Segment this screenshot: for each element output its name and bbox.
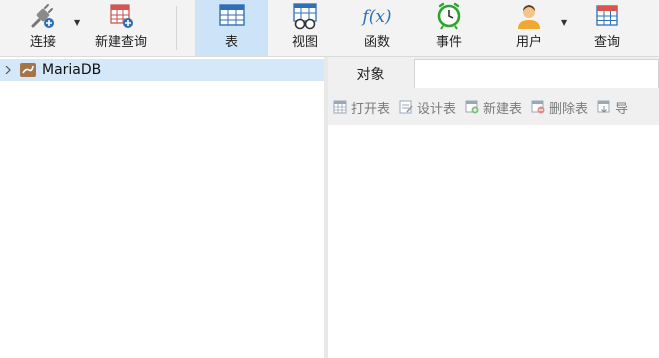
user-dropdown-icon[interactable]: ▼ xyxy=(561,18,567,27)
user-button[interactable]: 用户 xyxy=(494,0,564,56)
tab-bar: 对象 xyxy=(328,57,659,89)
import-icon xyxy=(597,100,610,113)
event-label: 事件 xyxy=(435,35,462,50)
new-query-icon xyxy=(105,2,137,32)
new-table-button[interactable]: 新建表 xyxy=(465,98,522,117)
object-toolbar: 打开表 设计表 新建表 删除表 导 xyxy=(328,94,659,120)
function-icon-text: f(x) xyxy=(362,7,392,27)
function-icon: f(x) xyxy=(361,2,393,32)
delete-table-icon xyxy=(531,100,545,114)
import-button[interactable]: 导 xyxy=(597,98,628,117)
delete-table-label: 删除表 xyxy=(549,101,589,117)
query-label: 查询 xyxy=(593,35,620,50)
table-icon xyxy=(216,2,248,32)
object-panel: 对象 打开表 设计表 新建表 删除表 导 xyxy=(328,57,659,358)
connection-tree-panel: MariaDB xyxy=(0,57,324,358)
query-icon xyxy=(591,2,623,32)
open-table-button[interactable]: 打开表 xyxy=(333,98,390,117)
event-button[interactable]: 事件 xyxy=(414,0,484,56)
chevron-right-icon[interactable] xyxy=(4,66,12,74)
connect-label: 连接 xyxy=(29,35,56,50)
user-icon xyxy=(513,2,545,32)
view-button[interactable]: 视图 xyxy=(270,0,340,56)
tree-item-mariadb[interactable]: MariaDB xyxy=(0,59,324,81)
design-table-label: 设计表 xyxy=(417,101,457,117)
function-label: 函数 xyxy=(363,35,390,50)
plug-icon xyxy=(27,2,59,32)
open-table-label: 打开表 xyxy=(351,101,391,117)
import-label: 导 xyxy=(615,101,629,117)
user-label: 用户 xyxy=(515,35,542,50)
connect-button[interactable]: 连接 xyxy=(8,0,78,56)
new-table-label: 新建表 xyxy=(483,101,523,117)
tab-bar-empty-area xyxy=(414,59,659,88)
new-query-label: 新建查询 xyxy=(94,35,147,50)
design-table-icon xyxy=(399,100,413,114)
table-button[interactable]: 表 xyxy=(195,0,268,56)
new-query-button[interactable]: 新建查询 xyxy=(86,0,156,56)
tree-item-label: MariaDB xyxy=(42,62,102,78)
object-list-area[interactable] xyxy=(328,125,659,358)
view-label: 视图 xyxy=(291,35,318,50)
tab-objects[interactable]: 对象 xyxy=(328,59,413,89)
design-table-button[interactable]: 设计表 xyxy=(399,98,456,117)
table-label: 表 xyxy=(224,35,238,50)
view-icon xyxy=(289,2,321,32)
alarm-clock-icon xyxy=(433,2,465,32)
main-toolbar: 连接 ▼ 新建查询 表 视图 f(x) 函数 事件 用户 ▼ 查询 xyxy=(0,0,659,57)
toolbar-separator xyxy=(176,6,177,50)
connect-dropdown-icon[interactable]: ▼ xyxy=(74,18,80,27)
delete-table-button[interactable]: 删除表 xyxy=(531,98,588,117)
mariadb-icon xyxy=(20,63,36,77)
function-button[interactable]: f(x) 函数 xyxy=(342,0,412,56)
query-button[interactable]: 查询 xyxy=(572,0,642,56)
open-table-icon xyxy=(333,100,347,114)
new-table-icon xyxy=(465,100,479,114)
